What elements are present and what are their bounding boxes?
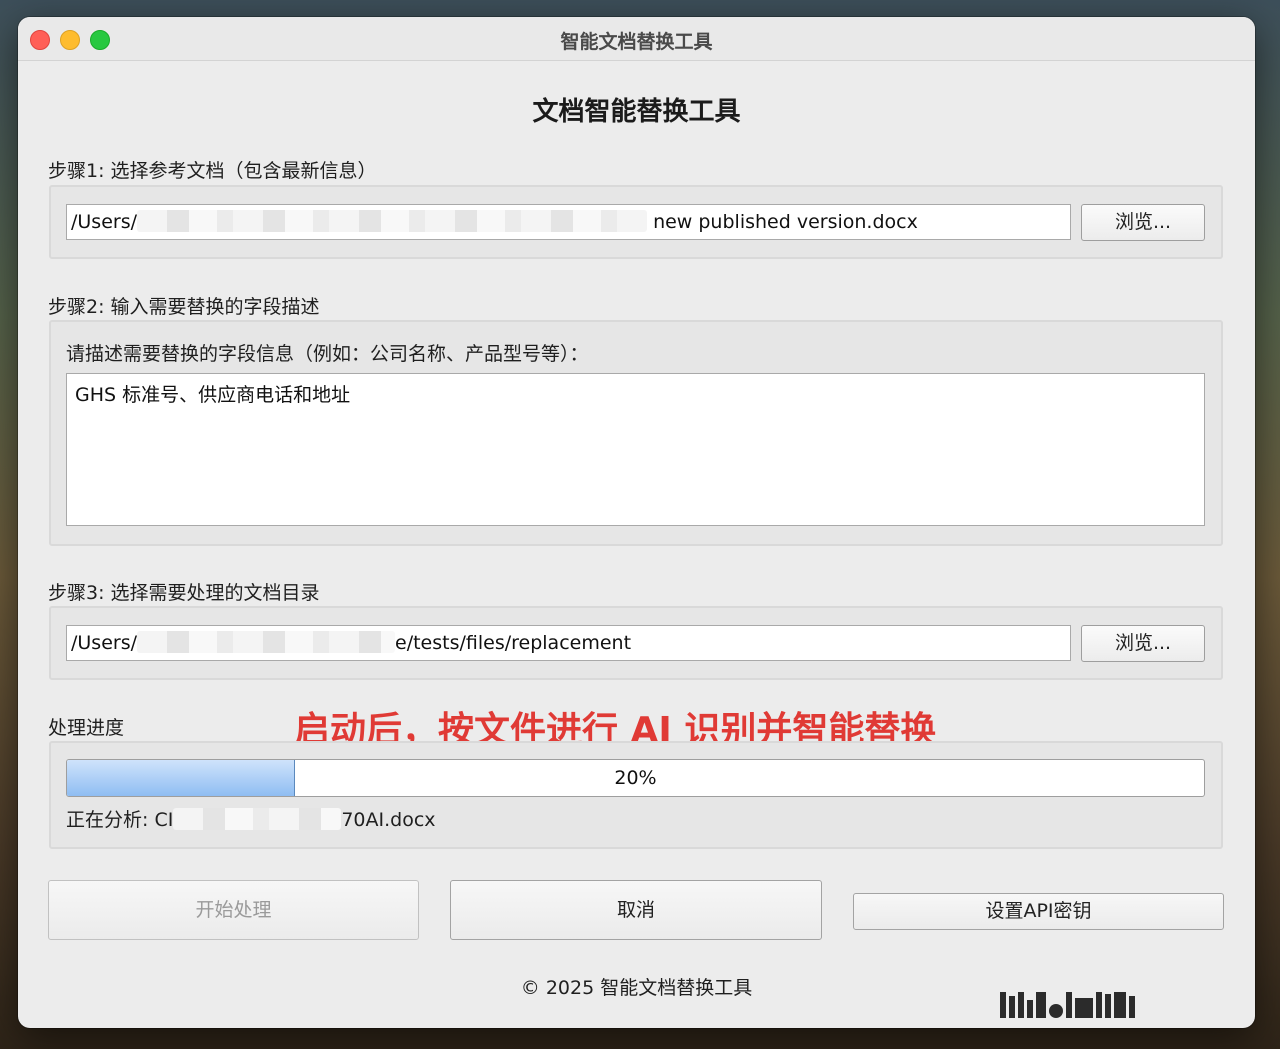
status-prefix: 正在分析: CI — [66, 809, 174, 831]
directory-path-suffix: e/tests/files/replacement — [395, 632, 632, 654]
browse-reference-button[interactable]: 浏览... — [1081, 204, 1205, 241]
reference-path-prefix: /Users/ — [71, 211, 138, 233]
directory-path-prefix: /Users/ — [71, 632, 138, 654]
redacted-filename-segment — [173, 807, 342, 830]
progress-percent-text: 20% — [614, 767, 657, 789]
step1-label: 步骤1: 选择参考文档（包含最新信息） — [48, 160, 377, 182]
cancel-button[interactable]: 取消 — [450, 880, 822, 940]
redacted-path-segment — [137, 209, 648, 232]
progress-bar: 20% — [66, 759, 1205, 797]
window-title: 智能文档替换工具 — [560, 31, 713, 53]
watermark-logo — [1000, 988, 1255, 1018]
step2-label: 步骤2: 输入需要替换的字段描述 — [48, 296, 320, 318]
field-description-textarea[interactable]: GHS 标准号、供应商电话和地址 — [66, 373, 1205, 526]
start-processing-button[interactable]: 开始处理 — [48, 880, 419, 940]
page-title: 文档智能替换工具 — [532, 97, 741, 127]
browse-directory-button[interactable]: 浏览... — [1081, 625, 1205, 662]
step3-label: 步骤3: 选择需要处理的文档目录 — [48, 582, 320, 604]
status-text: 正在分析: CI 70AI.docx — [66, 805, 436, 832]
redacted-path-segment — [137, 630, 396, 653]
reference-file-path-field[interactable]: /Users/ new published version.docx — [66, 204, 1071, 240]
set-api-key-button[interactable]: 设置API密钥 — [853, 893, 1224, 930]
field-description-prompt: 请描述需要替换的字段信息（例如：公司名称、产品型号等）： — [66, 343, 589, 365]
target-directory-path-field[interactable]: /Users/e/tests/files/replacement — [66, 625, 1071, 661]
reference-path-suffix: new published version.docx — [653, 211, 918, 233]
progress-label: 处理进度 — [48, 717, 125, 739]
app-window: 智能文档替换工具 文档智能替换工具 步骤1: 选择参考文档（包含最新信息） /U… — [18, 17, 1255, 1028]
title-bar: 智能文档替换工具 — [18, 17, 1255, 61]
status-suffix: 70AI.docx — [341, 809, 436, 831]
